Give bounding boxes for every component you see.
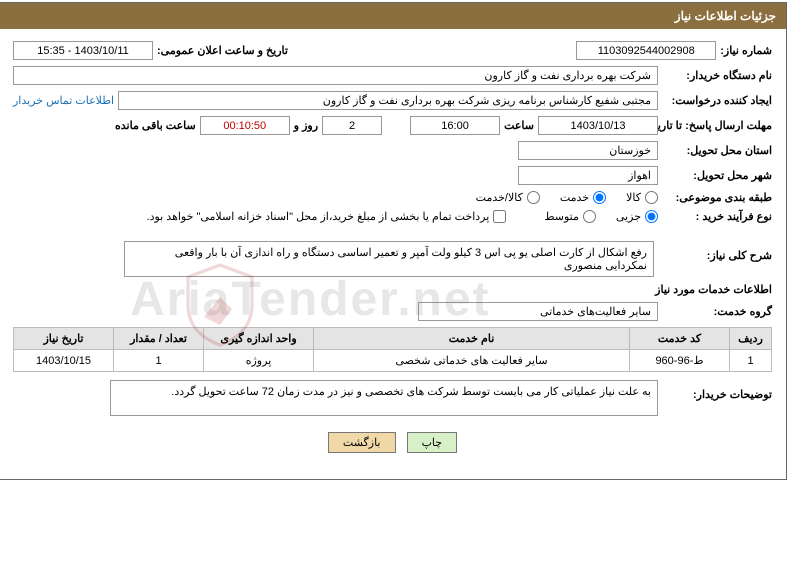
need-desc-label: شرح کلی نیاز: [662, 241, 772, 262]
service-group-field: سایر فعالیت‌های خدماتی [418, 302, 658, 321]
cell-qty: 1 [114, 350, 204, 372]
radio-kala-khadmat[interactable] [527, 191, 540, 204]
th-qty: تعداد / مقدار [114, 328, 204, 350]
city-label: شهر محل تحویل: [662, 169, 772, 182]
radio-jozi-label: جزیی [616, 210, 641, 223]
back-button[interactable]: بازگشت [328, 432, 396, 453]
th-row: ردیف [730, 328, 772, 350]
requester-field: مجتبی شفیع کارشناس برنامه ریزی شرکت بهره… [118, 91, 658, 110]
province-label: استان محل تحویل: [662, 144, 772, 157]
radio-jozi[interactable] [645, 210, 658, 223]
cell-service-name: سایر فعالیت های خدماتی شخصی [314, 350, 630, 372]
main-panel: جزئیات اطلاعات نیاز شماره نیاز: 11030925… [0, 2, 787, 480]
days-label: روز و [294, 119, 318, 132]
radio-kala-label: کالا [626, 191, 641, 204]
need-number-field: 1103092544002908 [576, 41, 716, 60]
services-table: ردیف کد خدمت نام خدمت واحد اندازه گیری ت… [13, 327, 772, 372]
payment-checkbox[interactable] [493, 210, 506, 223]
th-service-name: نام خدمت [314, 328, 630, 350]
table-row: 1 ط-96-960 سایر فعالیت های خدماتی شخصی پ… [14, 350, 772, 372]
buyer-org-label: نام دستگاه خریدار: [662, 69, 772, 82]
deadline-date-field: 1403/10/13 [538, 116, 658, 135]
announce-datetime-label: تاریخ و ساعت اعلان عمومی: [157, 44, 288, 57]
province-field: خوزستان [518, 141, 658, 160]
print-button[interactable]: چاپ [407, 432, 458, 453]
deadline-time-field: 16:00 [410, 116, 500, 135]
cell-unit: پروژه [204, 350, 314, 372]
th-need-date: تاریخ نیاز [14, 328, 114, 350]
service-info-label: اطلاعات خدمات مورد نیاز [655, 283, 772, 296]
radio-motavaset-label: متوسط [544, 210, 579, 223]
deadline-label: مهلت ارسال پاسخ: تا تاریخ: [662, 119, 772, 132]
buyer-note-field: به علت نیاز عملیاتی کار می بایست توسط شر… [110, 380, 658, 416]
buyer-contact-link[interactable]: اطلاعات تماس خریدار [13, 94, 114, 107]
radio-motavaset[interactable] [583, 210, 596, 223]
radio-khadmat[interactable] [593, 191, 606, 204]
remaining-label: ساعت باقی مانده [115, 119, 196, 132]
countdown-field: 00:10:50 [200, 116, 290, 135]
days-field: 2 [322, 116, 382, 135]
th-unit: واحد اندازه گیری [204, 328, 314, 350]
purchase-type-label: نوع فرآیند خرید : [662, 210, 772, 223]
panel-header: جزئیات اطلاعات نیاز [0, 3, 786, 29]
buyer-note-label: توضیحات خریدار: [662, 380, 772, 401]
subject-class-label: طبقه بندی موضوعی: [662, 191, 772, 204]
purchase-type-radios: جزیی متوسط [544, 210, 658, 223]
radio-kala-khadmat-label: کالا/خدمت [476, 191, 523, 204]
cell-service-code: ط-96-960 [630, 350, 730, 372]
city-field: اهواز [518, 166, 658, 185]
buyer-org-field: شرکت بهره برداری نفت و گاز کارون [13, 66, 658, 85]
need-desc-field: رفع اشکال از کارت اصلی یو پی اس 3 کیلو و… [124, 241, 654, 277]
announce-datetime-field: 1403/10/11 - 15:35 [13, 41, 153, 60]
radio-khadmat-label: خدمت [560, 191, 589, 204]
radio-kala[interactable] [645, 191, 658, 204]
cell-need-date: 1403/10/15 [14, 350, 114, 372]
th-service-code: کد خدمت [630, 328, 730, 350]
need-number-label: شماره نیاز: [720, 44, 772, 57]
time-label: ساعت [504, 119, 534, 132]
requester-label: ایجاد کننده درخواست: [662, 94, 772, 107]
payment-note-label: پرداخت تمام یا بخشی از مبلغ خرید،از محل … [147, 210, 490, 223]
cell-row: 1 [730, 350, 772, 372]
service-group-label: گروه خدمت: [662, 305, 772, 318]
subject-class-radios: کالا خدمت کالا/خدمت [476, 191, 658, 204]
